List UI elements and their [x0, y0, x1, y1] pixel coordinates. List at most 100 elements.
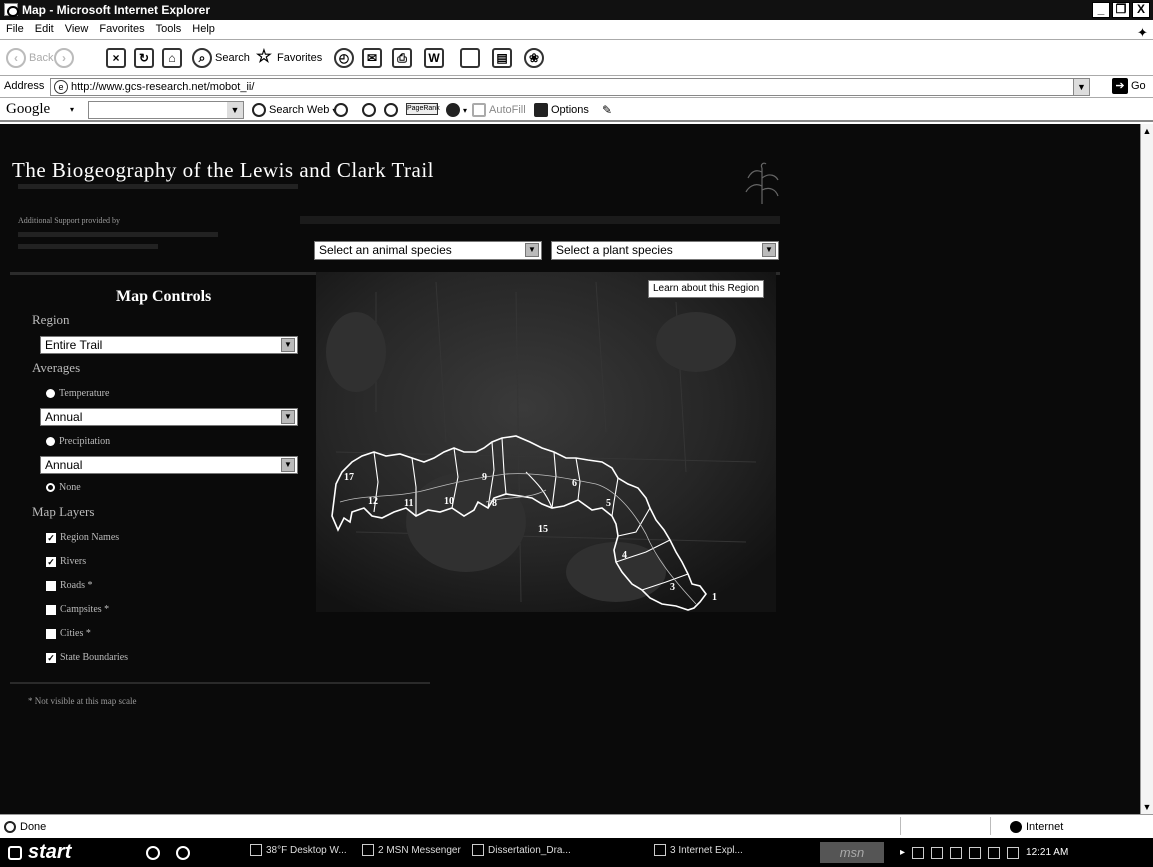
precipitation-option[interactable]: Precipitation [46, 436, 110, 447]
menu-tools[interactable]: Tools [150, 20, 187, 35]
edit-button[interactable]: W [424, 46, 444, 70]
messenger-button[interactable]: ❀ [524, 46, 544, 70]
chevron-down-icon[interactable]: ▼ [525, 243, 539, 257]
google-search-dropdown-icon[interactable]: ▼ [227, 102, 243, 118]
chevron-down-icon[interactable]: ▼ [281, 338, 295, 352]
plant-species-select[interactable]: Select a plant species ▼ [551, 241, 779, 260]
none-radio[interactable] [46, 483, 55, 492]
maximize-button[interactable]: ❐ [1112, 2, 1130, 18]
region-label-6[interactable]: 6 [572, 478, 577, 489]
tray-network-icon[interactable] [912, 846, 925, 859]
voting-up-button[interactable] [362, 103, 376, 117]
menu-file[interactable]: File [0, 20, 29, 35]
print-button[interactable]: ⎙ [392, 46, 412, 70]
menu-view[interactable]: View [59, 20, 94, 35]
google-menu-arrow-icon[interactable]: ▾ [70, 105, 74, 114]
close-button[interactable]: X [1132, 2, 1150, 18]
roads-checkbox[interactable] [46, 580, 56, 591]
campsites-checkbox[interactable] [46, 604, 56, 615]
google-logo[interactable]: Google [6, 101, 50, 118]
start-button[interactable]: start [0, 838, 100, 867]
address-dropdown-icon[interactable]: ▼ [1073, 79, 1089, 95]
learn-about-region-button[interactable]: Learn about this Region [648, 280, 765, 298]
google-search-input[interactable]: ▼ [88, 101, 244, 119]
temperature-option[interactable]: Temperature [46, 388, 109, 399]
region-label-1[interactable]: 1 [712, 592, 717, 603]
trail-map[interactable]: 17 12 11 10 9 8 6 5 15 4 3 2 1 [316, 272, 776, 612]
task-internet-explorer[interactable]: 3 Internet Expl... [654, 844, 743, 856]
layer-campsites[interactable]: Campsites * [46, 604, 109, 615]
scroll-down-icon[interactable]: ▼ [1141, 800, 1153, 814]
layer-rivers[interactable]: ✓ Rivers [46, 556, 86, 567]
home-button[interactable]: ⌂ [162, 46, 182, 70]
minimize-button[interactable]: _ [1092, 2, 1110, 18]
voting-down-button[interactable] [384, 103, 398, 117]
forward-button[interactable]: › [54, 46, 74, 70]
highlight-button[interactable]: ✎ [602, 103, 612, 117]
stop-button[interactable]: × [106, 46, 126, 70]
menu-edit[interactable]: Edit [29, 20, 59, 35]
tray-update-icon[interactable] [1007, 846, 1020, 859]
layer-state-boundaries[interactable]: ✓ State Boundaries [46, 652, 128, 663]
region-label-12[interactable]: 12 [368, 496, 378, 507]
region-label-8[interactable]: 8 [492, 498, 497, 509]
animal-species-select[interactable]: Select an animal species ▼ [314, 241, 542, 260]
pagerank-indicator[interactable]: PageRank [406, 103, 440, 115]
site-search-button[interactable] [334, 103, 348, 117]
region-label-17[interactable]: 17 [344, 472, 354, 483]
tray-arrow-icon[interactable]: ▸ [900, 847, 905, 858]
tray-clock[interactable]: 12:21 AM [1026, 847, 1068, 858]
region-label-3[interactable]: 3 [670, 582, 675, 593]
search-web-button[interactable]: Search Web ▾ [252, 103, 336, 117]
research-button[interactable]: ▤ [492, 46, 512, 70]
region-label-4[interactable]: 4 [622, 550, 627, 561]
none-option[interactable]: None [46, 482, 81, 493]
autofill-button[interactable]: AutoFill [472, 103, 526, 117]
search-button[interactable]: ⌕ Search [192, 46, 250, 70]
region-label-10[interactable]: 10 [444, 496, 454, 507]
mail-button[interactable]: ✉ [362, 46, 382, 70]
back-button[interactable]: ‹ Back [6, 46, 53, 70]
refresh-button[interactable]: ↻ [134, 46, 154, 70]
precipitation-radio[interactable] [46, 437, 55, 446]
discuss-button[interactable] [460, 46, 480, 70]
options-button[interactable]: Options [534, 103, 589, 117]
task-messenger[interactable]: 2 MSN Messenger [362, 844, 461, 856]
rivers-checkbox[interactable]: ✓ [46, 556, 56, 567]
favorites-button[interactable]: ☆ Favorites [254, 46, 322, 70]
temperature-radio[interactable] [46, 389, 55, 398]
scroll-up-icon[interactable]: ▲ [1141, 124, 1153, 138]
chevron-down-icon[interactable]: ▼ [281, 458, 295, 472]
layer-roads[interactable]: Roads * [46, 580, 93, 591]
layer-region-names[interactable]: ✓ Region Names [46, 532, 119, 543]
region-select[interactable]: Entire Trail ▼ [40, 336, 298, 354]
history-button[interactable]: ◴ [334, 46, 354, 70]
temperature-period-select[interactable]: Annual ▼ [40, 408, 298, 426]
state-boundaries-checkbox[interactable]: ✓ [46, 652, 56, 663]
precipitation-period-select[interactable]: Annual ▼ [40, 456, 298, 474]
chevron-down-icon[interactable]: ▼ [762, 243, 776, 257]
info-button[interactable]: ▾ [446, 103, 467, 117]
menu-favorites[interactable]: Favorites [93, 20, 149, 35]
chevron-down-icon[interactable]: ▼ [281, 410, 295, 424]
address-input[interactable]: e http://www.gcs-research.net/mobot_ii/ … [50, 78, 1090, 96]
region-names-checkbox[interactable]: ✓ [46, 532, 56, 543]
layer-cities[interactable]: Cities * [46, 628, 91, 639]
task-dissertation[interactable]: Dissertation_Dra... [472, 844, 571, 856]
region-label-5[interactable]: 5 [606, 498, 611, 509]
go-button[interactable]: ➔ Go [1112, 78, 1146, 94]
region-label-9[interactable]: 9 [482, 472, 487, 483]
menu-help[interactable]: Help [186, 20, 220, 35]
cities-checkbox[interactable] [46, 628, 56, 639]
tray-weather-icon[interactable] [988, 846, 1001, 859]
msn-search-box[interactable]: msn [820, 842, 884, 863]
quicklaunch-ie-icon[interactable] [146, 846, 160, 860]
tray-messenger-icon[interactable] [950, 846, 963, 859]
region-label-11[interactable]: 11 [404, 498, 413, 509]
quicklaunch-app-icon[interactable] [176, 846, 190, 860]
task-weather[interactable]: 38°F Desktop W... [250, 844, 347, 856]
vertical-scrollbar[interactable]: ▲ ▼ [1140, 124, 1153, 814]
tray-security-icon[interactable] [969, 846, 982, 859]
region-label-15[interactable]: 15 [538, 524, 548, 535]
tray-volume-icon[interactable] [931, 846, 944, 859]
